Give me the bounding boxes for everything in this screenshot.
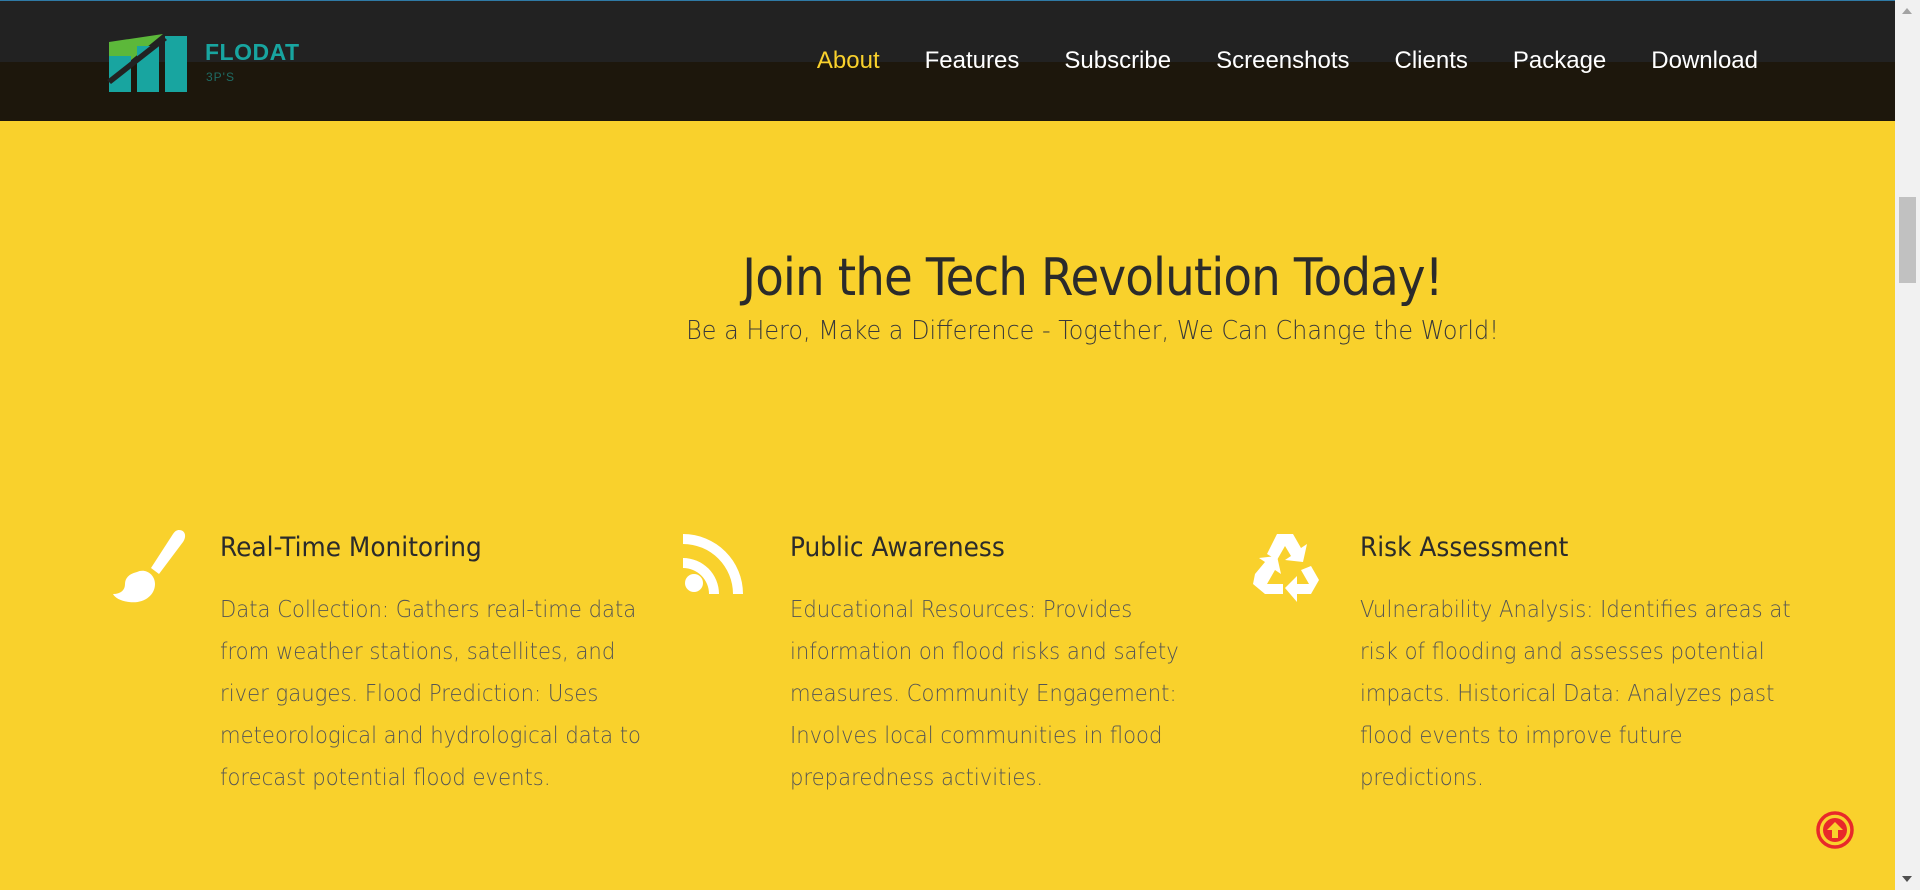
- feature-real-time-monitoring: Real-Time Monitoring Data Collection: Ga…: [107, 528, 667, 798]
- scroll-down-arrow-icon[interactable]: [1902, 876, 1912, 882]
- scroll-up-arrow-icon[interactable]: [1902, 8, 1912, 14]
- back-to-top-button[interactable]: [1815, 810, 1855, 850]
- feature-text: Vulnerability Analysis: Identifies areas…: [1360, 597, 1791, 791]
- rss-icon: [677, 528, 757, 608]
- feature-title: Public Awareness: [790, 532, 1005, 563]
- nav-item-features[interactable]: Features: [925, 45, 1020, 77]
- feature-public-awareness: Public Awareness Educational Resources: …: [677, 528, 1237, 798]
- nav-item-package[interactable]: Package: [1513, 45, 1606, 77]
- scrollbar-thumb[interactable]: [1899, 197, 1916, 283]
- nav-item-clients[interactable]: Clients: [1395, 45, 1468, 77]
- hero-title: Join the Tech Revolution Today!: [742, 247, 1443, 308]
- nav-item-screenshots[interactable]: Screenshots: [1216, 45, 1349, 77]
- feature-text: Data Collection: Gathers real-time data …: [220, 597, 642, 791]
- nav-item-download[interactable]: Download: [1651, 45, 1758, 77]
- nav-item-about[interactable]: About: [817, 45, 880, 77]
- brand-logo[interactable]: FLODAT 3P'S: [107, 34, 327, 92]
- brand-name: FLODAT: [205, 39, 300, 65]
- feature-title: Real-Time Monitoring: [220, 532, 482, 563]
- feature-text: Educational Resources: Provides informat…: [790, 597, 1179, 791]
- recycle-icon: [1247, 528, 1327, 608]
- nav-item-subscribe[interactable]: Subscribe: [1064, 45, 1171, 77]
- page: FLODAT 3P'S About Features Subscribe Scr…: [0, 0, 1920, 890]
- main-nav: About Features Subscribe Screenshots Cli…: [772, 45, 1758, 77]
- hero-subtitle: Be a Hero, Make a Difference - Together,…: [686, 316, 1499, 346]
- paintbrush-icon: [107, 528, 187, 608]
- navbar: FLODAT 3P'S About Features Subscribe Scr…: [0, 0, 1895, 121]
- brand-subtitle: 3P'S: [206, 70, 235, 84]
- arrow-up-circle-icon: [1816, 811, 1854, 849]
- vertical-scrollbar[interactable]: [1895, 0, 1920, 890]
- logo-icon: [107, 34, 187, 92]
- feature-title: Risk Assessment: [1360, 532, 1569, 563]
- feature-risk-assessment: Risk Assessment Vulnerability Analysis: …: [1247, 528, 1807, 798]
- viewport: FLODAT 3P'S About Features Subscribe Scr…: [0, 0, 1895, 890]
